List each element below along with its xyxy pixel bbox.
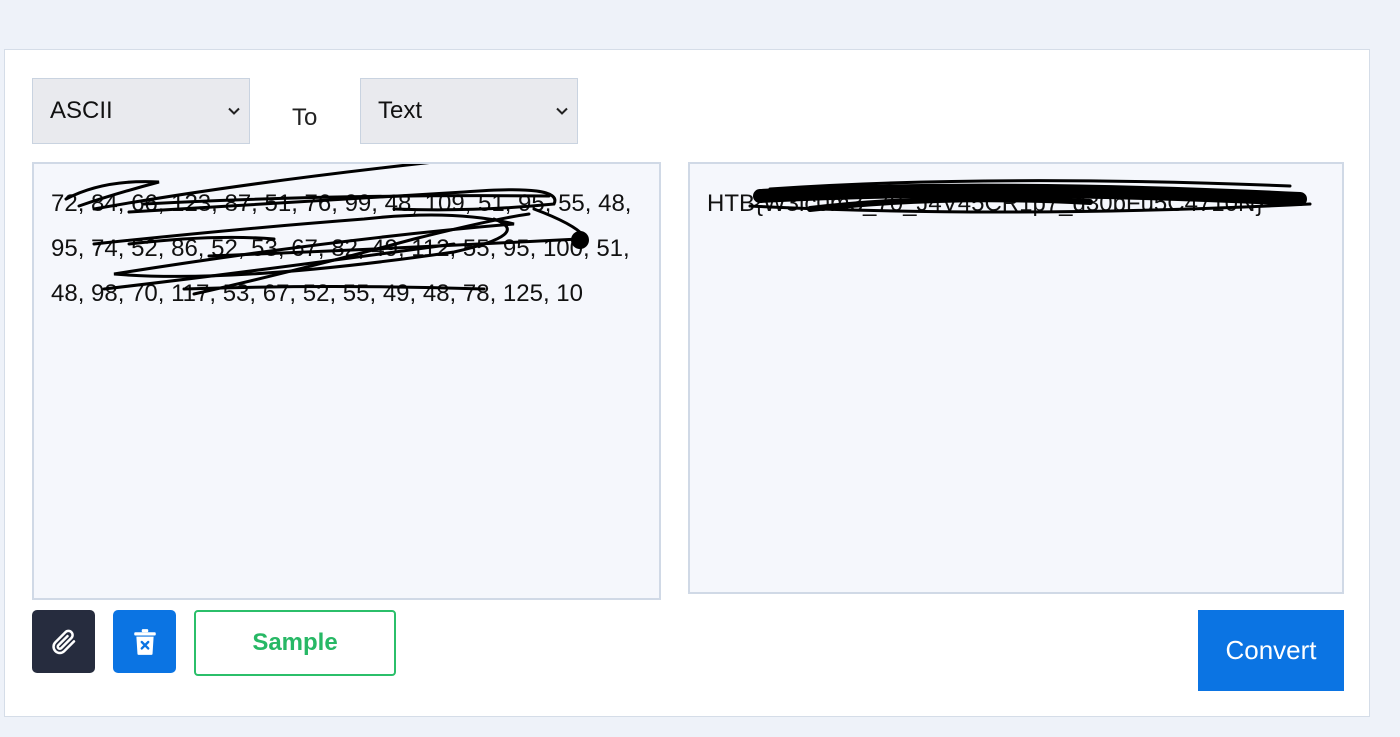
convert-button[interactable]: Convert: [1198, 610, 1344, 691]
output-textarea[interactable]: HTB{W3lc0m3_70_J4V45CR1p7_d30bFu5C4710N}: [688, 162, 1344, 594]
chevron-down-icon: [228, 107, 240, 115]
clear-button[interactable]: [113, 610, 176, 673]
from-format-select[interactable]: ASCII: [32, 78, 250, 144]
output-text: HTB{W3lc0m3_70_J4V45CR1p7_d30bFu5C4710N}: [707, 190, 1264, 217]
to-format-select[interactable]: Text: [360, 78, 578, 144]
input-text: 72, 84, 66, 123, 87, 51, 76, 99, 48, 109…: [51, 190, 632, 307]
to-label: To: [292, 104, 318, 131]
paperclip-icon: [51, 629, 75, 654]
chevron-down-icon: [556, 107, 568, 115]
converter-card: ASCII To Text 72, 84, 66, 123, 87, 51, 7…: [4, 49, 1370, 717]
trash-x-icon: [133, 628, 156, 655]
to-format-value: Text: [378, 97, 423, 124]
attach-file-button[interactable]: [32, 610, 95, 673]
from-format-value: ASCII: [50, 97, 113, 124]
input-textarea[interactable]: 72, 84, 66, 123, 87, 51, 76, 99, 48, 109…: [32, 162, 661, 600]
sample-button[interactable]: Sample: [194, 610, 396, 676]
